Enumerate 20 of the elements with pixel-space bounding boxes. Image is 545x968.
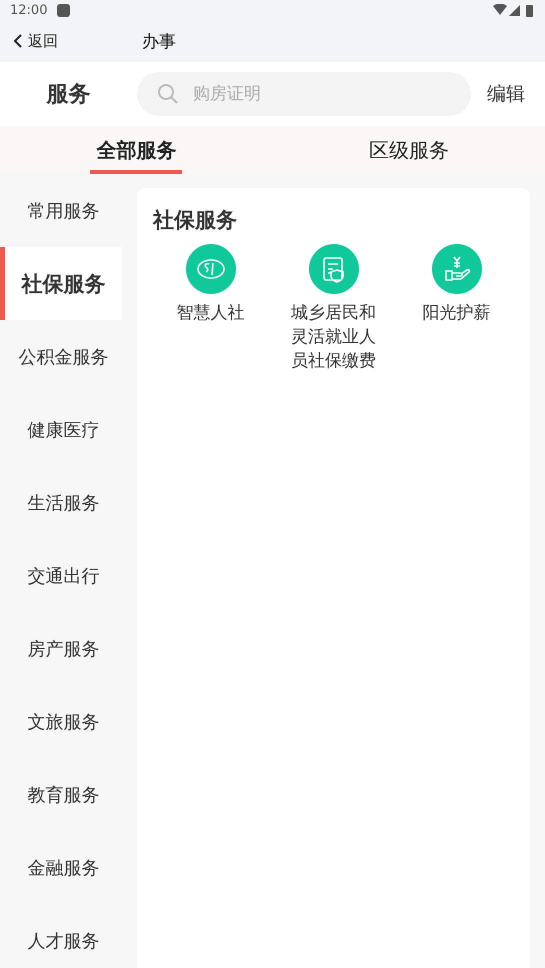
edit-button[interactable]: 编辑 [487,81,525,107]
tab[interactable]: 区级服务 [272,126,545,174]
tab[interactable]: 全部服务 [0,126,272,174]
search-icon [157,83,179,105]
card-icon [186,244,236,294]
card-title: 社保服务 [153,207,238,234]
service-link[interactable]: 智慧人社 [162,302,258,326]
page-title: 办事 [142,30,176,52]
service-link[interactable]: 阳光护薪 [408,302,504,326]
search-field[interactable]: 购房证明 [137,72,471,116]
notification-icon [57,4,70,16]
status-icons [493,4,535,16]
status-time: 12:00 [10,2,48,18]
service-link[interactable]: 城乡居民和灵活就业人员社保缴费 [286,302,382,374]
salary-icon [432,244,482,294]
chevron-icon [12,33,24,49]
sidebar-item[interactable]: 社保服务 [0,247,122,320]
document-icon [308,244,358,294]
section-heading: 服务 [45,81,92,109]
back-button[interactable]: 返回 [12,32,142,50]
